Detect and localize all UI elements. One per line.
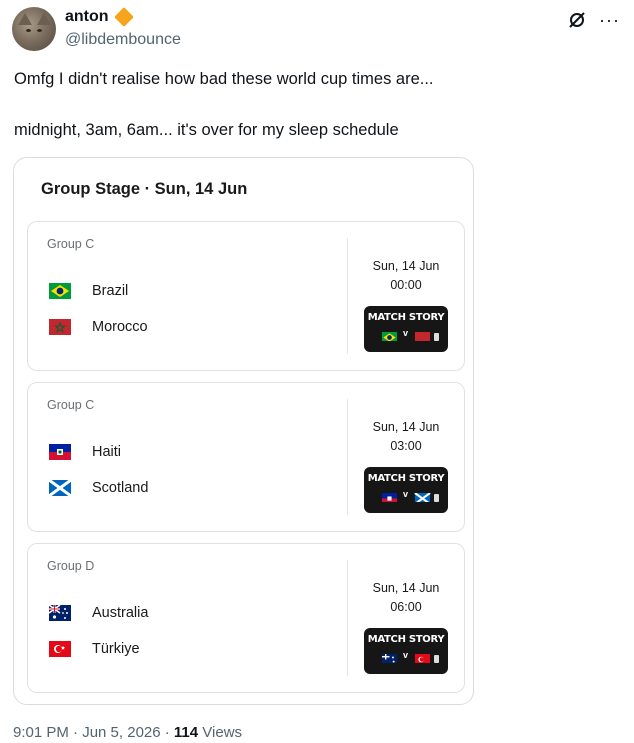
tweet-line: midnight, 3am, 6am... it's over for my s… <box>14 121 399 139</box>
home-team: Haiti <box>49 441 121 463</box>
match-story-button[interactable]: MATCH STORY v <box>364 306 448 352</box>
match-story-button[interactable]: MATCH STORY v <box>364 628 448 674</box>
match-story-button[interactable]: MATCH STORY v <box>364 467 448 513</box>
card-icon <box>434 494 439 502</box>
brazil-flag-icon <box>381 330 398 341</box>
away-team: Scotland <box>49 477 148 499</box>
tweet-timestamp[interactable]: 9:01 PM · Jun 5, 2026 · <box>13 724 174 741</box>
fixtures-card[interactable]: Group Stage · Sun, 14 Jun Group C Brazil… <box>13 157 474 705</box>
turkiye-flag-icon <box>49 641 71 657</box>
user-handle[interactable]: @libdembounce <box>65 31 181 49</box>
card-icon <box>434 655 439 663</box>
grok-icon[interactable] <box>567 10 587 30</box>
avatar-cat-eye <box>37 29 42 32</box>
kickoff-hour: 03:00 <box>390 439 422 453</box>
display-name-row[interactable]: anton <box>65 7 134 27</box>
morocco-flag-icon <box>414 330 431 341</box>
card-icon <box>434 333 439 341</box>
kickoff-time: Sun, 14 Jun 03:00 <box>348 418 464 456</box>
kickoff-time: Sun, 14 Jun 00:00 <box>348 257 464 295</box>
match-row[interactable]: Group D Australia Türkiye Sun, 14 Jun 06… <box>27 543 465 693</box>
australia-flag-icon <box>49 605 71 621</box>
tweet-line: Omfg I didn't realise how bad these worl… <box>14 70 434 88</box>
group-label: Group D <box>47 559 95 573</box>
match-story-label: MATCH STORY <box>367 634 445 645</box>
tweet-text: Omfg I didn't realise how bad these worl… <box>14 68 614 141</box>
avatar-cat-ear <box>18 13 32 25</box>
kickoff-time: Sun, 14 Jun 06:00 <box>348 579 464 617</box>
team-name: Haiti <box>92 444 122 460</box>
views-label: Views <box>198 724 243 741</box>
kickoff-date: Sun, 14 Jun <box>372 420 440 434</box>
haiti-flag-icon <box>381 491 398 502</box>
away-team: Morocco <box>49 316 148 338</box>
scotland-flag-icon <box>414 491 431 502</box>
versus-text: v <box>403 489 409 499</box>
team-name: Morocco <box>92 319 148 335</box>
kickoff-date: Sun, 14 Jun <box>372 259 440 273</box>
card-title: Group Stage · Sun, 14 Jun <box>41 180 248 198</box>
group-label: Group C <box>47 398 95 412</box>
tweet-footer: 9:01 PM · Jun 5, 2026 · 114 Views <box>13 724 242 741</box>
divider <box>347 238 348 354</box>
match-row[interactable]: Group C Haiti Scotland Sun, 14 Jun 03:00… <box>27 382 465 532</box>
divider <box>347 560 348 676</box>
turkiye-flag-icon <box>414 652 431 663</box>
home-team: Brazil <box>49 280 128 302</box>
match-story-label: MATCH STORY <box>367 312 445 323</box>
views-count: 114 <box>173 724 199 741</box>
kickoff-date: Sun, 14 Jun <box>372 581 440 595</box>
australia-flag-icon <box>381 652 398 663</box>
versus-text: v <box>403 650 409 660</box>
match-story-label: MATCH STORY <box>367 473 445 484</box>
avatar-cat-eye <box>26 29 31 32</box>
avatar[interactable] <box>12 7 56 51</box>
away-team: Türkiye <box>49 638 140 660</box>
more-icon[interactable]: ··· <box>599 11 620 29</box>
home-team: Australia <box>49 602 148 624</box>
verified-badge-icon <box>113 7 134 27</box>
tweet-actions-top: ··· <box>567 10 620 30</box>
team-name: Scotland <box>92 480 149 496</box>
divider <box>347 399 348 515</box>
kickoff-hour: 06:00 <box>390 600 422 614</box>
group-label: Group C <box>47 237 95 251</box>
scotland-flag-icon <box>49 480 71 496</box>
haiti-flag-icon <box>49 444 71 460</box>
avatar-cat-ear <box>37 13 51 25</box>
team-name: Australia <box>92 605 149 621</box>
brazil-flag-icon <box>49 283 71 299</box>
morocco-flag-icon <box>49 319 71 335</box>
team-name: Türkiye <box>92 641 140 657</box>
match-row[interactable]: Group C Brazil Morocco Sun, 14 Jun 00:00… <box>27 221 465 371</box>
versus-text: v <box>403 328 409 338</box>
display-name[interactable]: anton <box>65 8 109 26</box>
kickoff-hour: 00:00 <box>390 278 422 292</box>
team-name: Brazil <box>92 283 129 299</box>
